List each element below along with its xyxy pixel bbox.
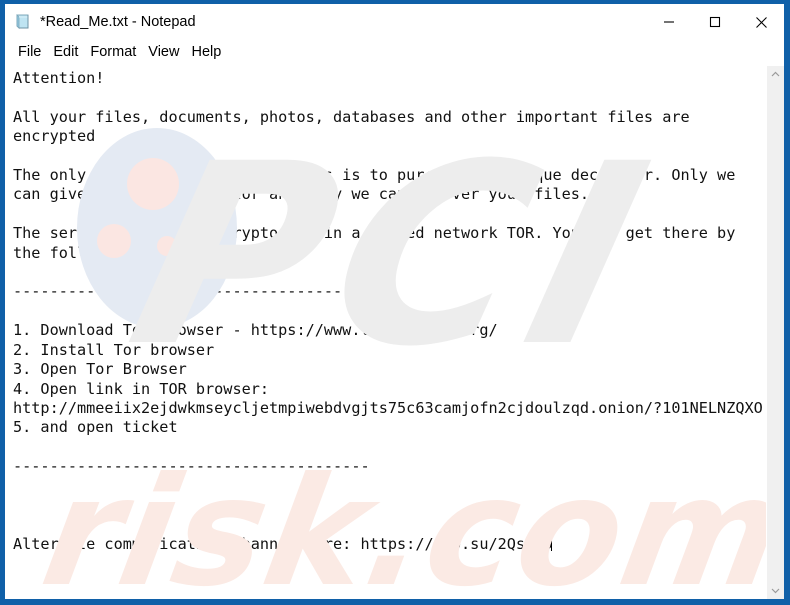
chevron-down-icon <box>771 588 780 594</box>
menu-item-file[interactable]: File <box>12 40 47 65</box>
document-body: Attention! All your files, documents, ph… <box>13 69 763 553</box>
window-inner: *Read_Me.txt - Notepad File Edit Format … <box>5 4 784 599</box>
title-bar[interactable]: *Read_Me.txt - Notepad <box>5 4 784 40</box>
minimize-icon <box>664 21 674 23</box>
menu-bar: File Edit Format View Help <box>5 40 784 65</box>
close-icon <box>755 16 767 28</box>
scroll-down-button[interactable] <box>767 582 784 599</box>
editor-area: PCI risk.com Attention! All your files, … <box>5 65 784 599</box>
notepad-icon <box>13 12 33 32</box>
menu-item-format[interactable]: Format <box>84 40 142 65</box>
scroll-up-button[interactable] <box>767 66 784 83</box>
minimize-button[interactable] <box>646 4 692 40</box>
menu-item-help[interactable]: Help <box>185 40 227 65</box>
text-caret <box>551 535 553 551</box>
title-bar-left: *Read_Me.txt - Notepad <box>5 12 646 32</box>
close-button[interactable] <box>738 4 784 40</box>
chevron-up-icon <box>771 71 780 77</box>
scrollbar-track[interactable] <box>767 83 784 582</box>
notepad-window: *Read_Me.txt - Notepad File Edit Format … <box>0 0 790 605</box>
menu-item-edit[interactable]: Edit <box>47 40 84 65</box>
menu-item-view[interactable]: View <box>142 40 185 65</box>
vertical-scrollbar[interactable] <box>766 66 784 599</box>
maximize-button[interactable] <box>692 4 738 40</box>
maximize-icon <box>709 16 721 28</box>
window-title: *Read_Me.txt - Notepad <box>40 14 196 30</box>
window-controls <box>646 4 784 40</box>
text-editor[interactable]: PCI risk.com Attention! All your files, … <box>5 66 766 599</box>
document-text: Attention! All your files, documents, ph… <box>13 69 766 554</box>
